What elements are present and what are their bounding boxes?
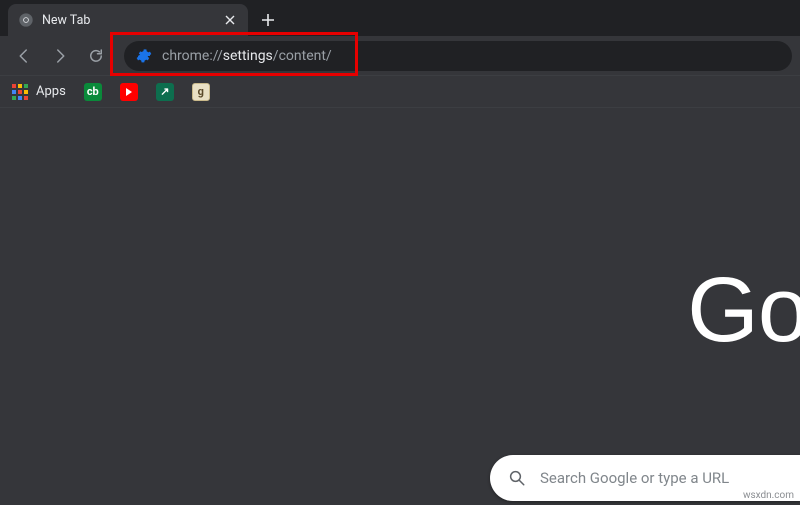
new-tab-page: Go Search Google or type a URL — [0, 108, 800, 505]
active-tab[interactable]: New Tab — [8, 4, 248, 36]
bookmarks-bar: Apps cb ↗ g — [0, 76, 800, 108]
watermark: wsxdn.com — [743, 490, 794, 501]
apps-label: Apps — [36, 84, 66, 99]
search-placeholder: Search Google or type a URL — [540, 469, 729, 487]
url-highlight: settings — [223, 48, 273, 64]
tab-title: New Tab — [42, 13, 214, 28]
apps-button[interactable]: Apps — [12, 84, 66, 100]
new-tab-button[interactable] — [254, 6, 282, 34]
back-button[interactable] — [8, 40, 40, 72]
bookmark-icon-1[interactable]: cb — [84, 83, 102, 101]
reload-button[interactable] — [80, 40, 112, 72]
bookmark-icon-3[interactable]: ↗ — [156, 83, 174, 101]
url-text: chrome://settings/content/ — [162, 48, 332, 64]
search-icon — [508, 469, 526, 487]
chrome-icon — [18, 12, 34, 28]
apps-grid-icon — [12, 84, 28, 100]
bookmark-goodreads-icon[interactable]: g — [192, 83, 210, 101]
bookmark-youtube-icon[interactable] — [120, 83, 138, 101]
close-tab-button[interactable] — [222, 12, 238, 28]
settings-gear-icon — [136, 48, 152, 64]
address-bar[interactable]: chrome://settings/content/ — [124, 41, 792, 71]
tab-strip: New Tab — [0, 0, 800, 36]
url-suffix: /content/ — [273, 48, 332, 64]
url-prefix: chrome:// — [162, 48, 223, 64]
forward-button[interactable] — [44, 40, 76, 72]
google-logo: Go — [687, 258, 800, 363]
toolbar: chrome://settings/content/ — [0, 36, 800, 76]
